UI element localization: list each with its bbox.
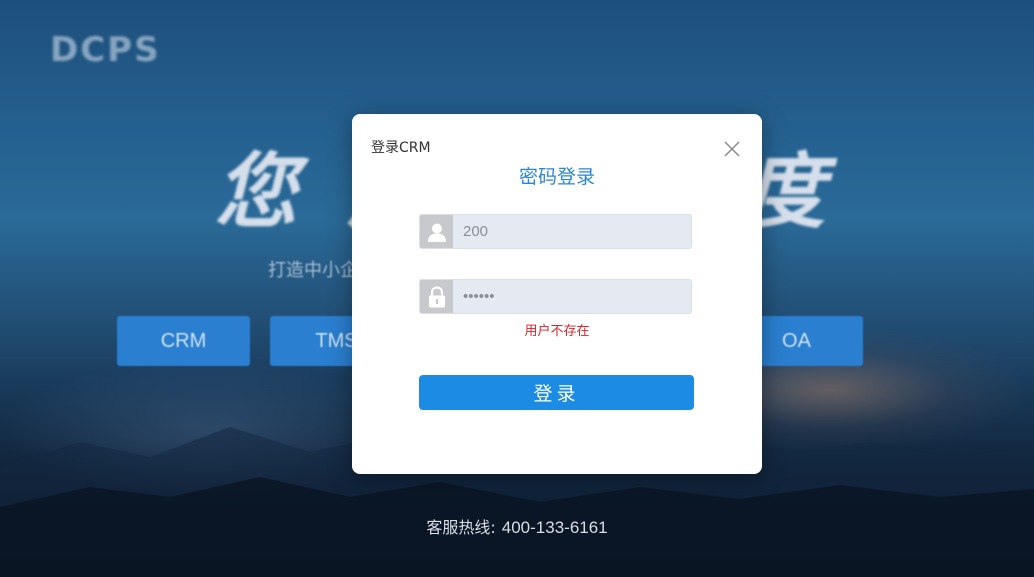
dialog-title: 登录CRM [371, 140, 431, 156]
hotline: 客服热线: 400-133-6161 [0, 514, 1034, 538]
username-input[interactable] [453, 215, 691, 248]
username-field [419, 214, 692, 249]
lock-icon [420, 280, 453, 313]
hotline-label: 客服热线: [426, 518, 496, 537]
user-icon [420, 215, 453, 248]
close-button[interactable] [722, 139, 742, 159]
close-icon [724, 141, 740, 157]
password-field [419, 279, 692, 314]
background-logo: DCPS [50, 30, 161, 70]
background-tile-crm: CRM [117, 316, 250, 366]
login-method-heading: 密码登录 [518, 166, 595, 188]
error-message: 用户不存在 [524, 324, 590, 339]
password-input[interactable] [453, 280, 691, 313]
hotline-number: 400-133-6161 [501, 518, 608, 537]
login-dialog: 登录CRM 密码登录 用户不存在 登录 [352, 114, 762, 474]
login-button[interactable]: 登录 [419, 375, 694, 410]
